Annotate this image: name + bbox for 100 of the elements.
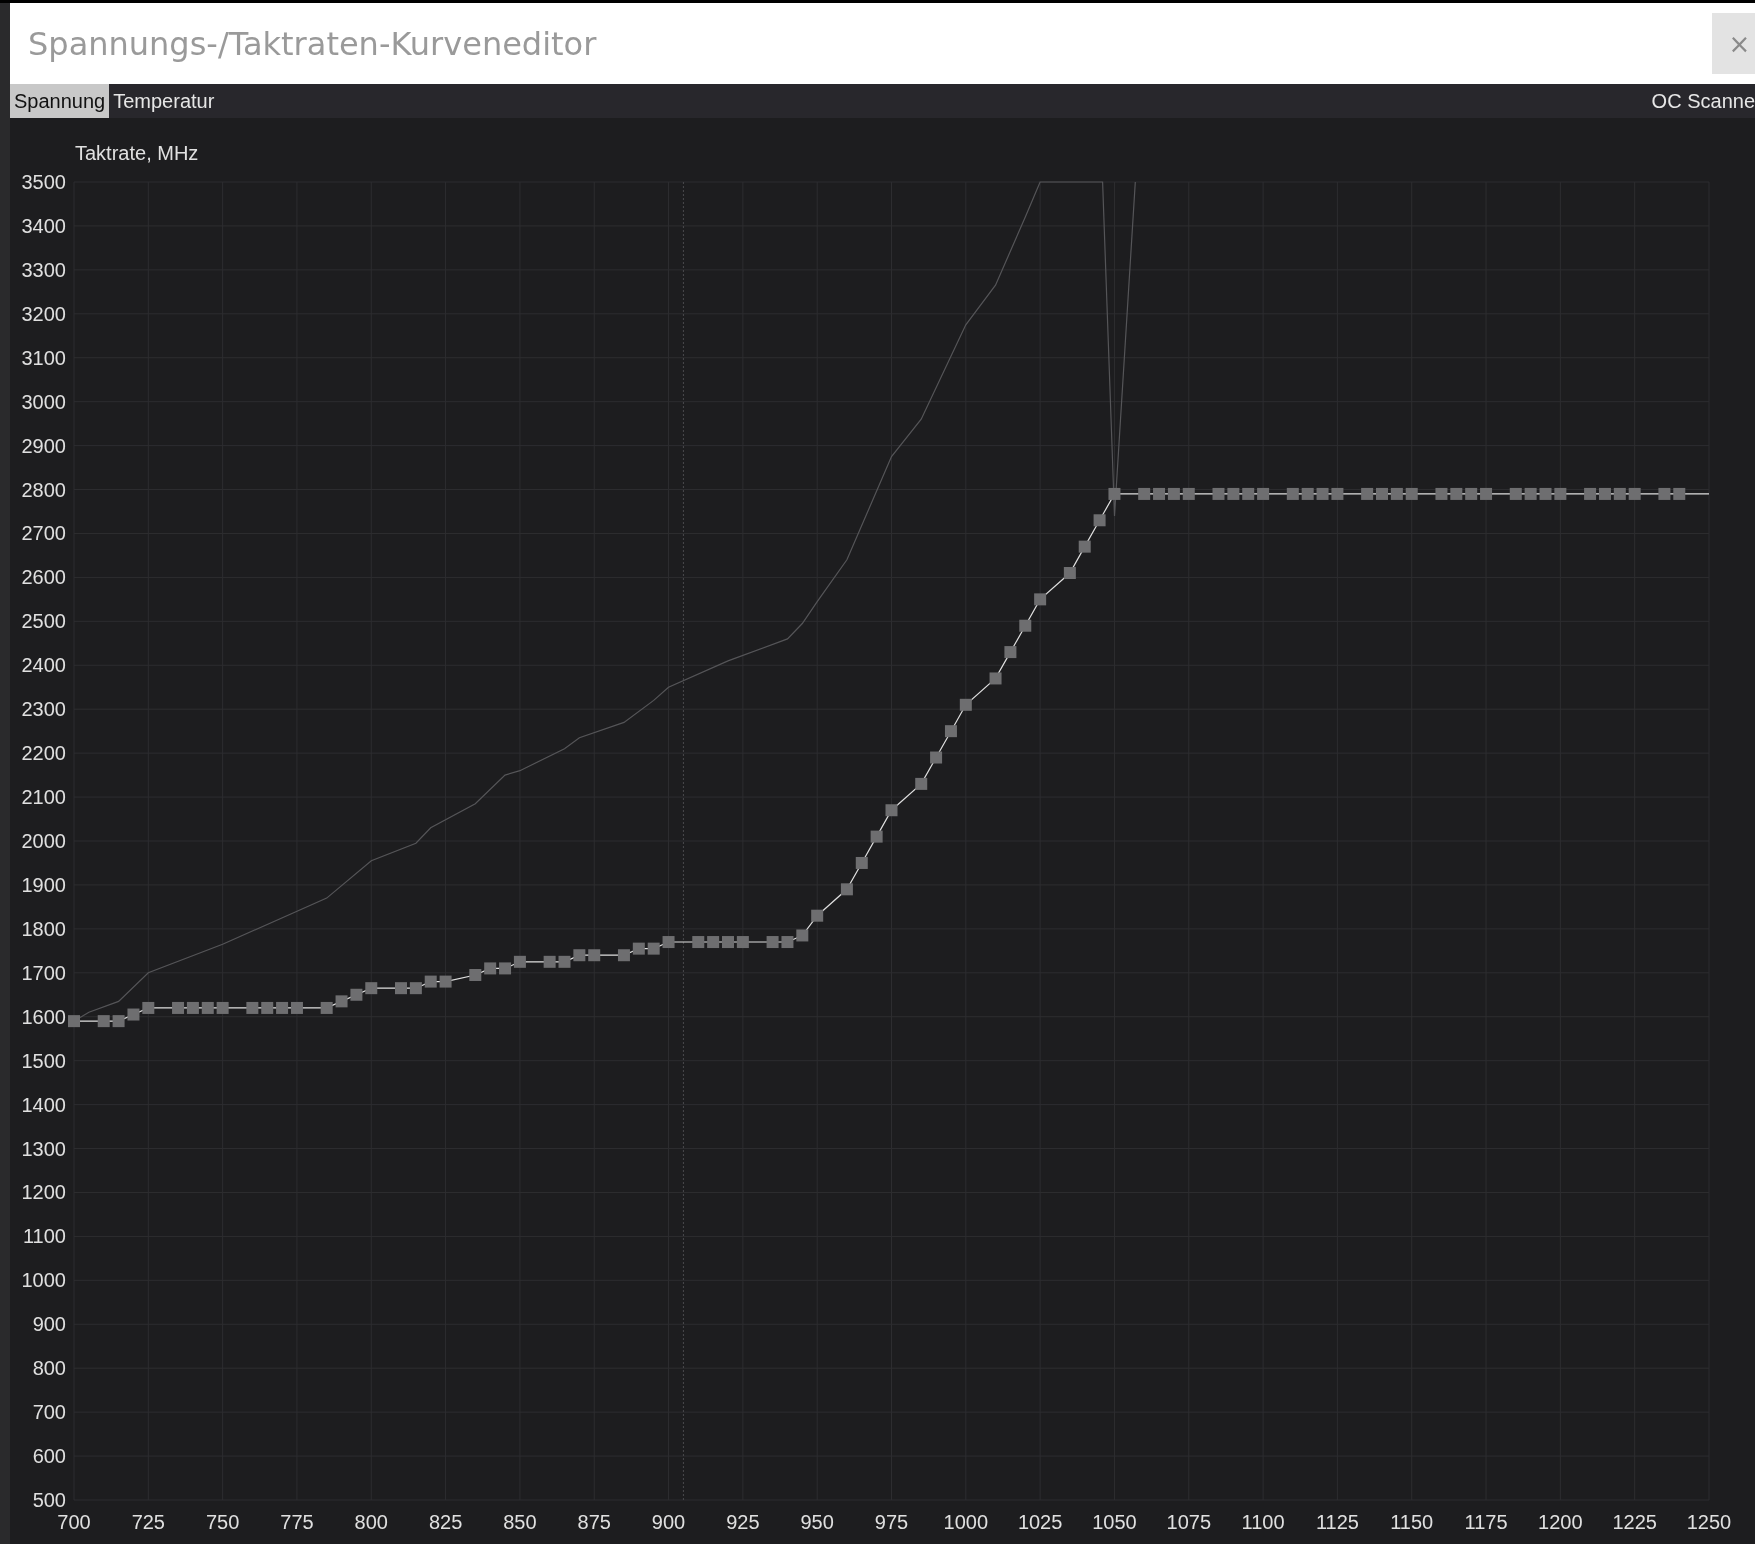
oc-scanner-link[interactable]: OC Scanne — [1645, 84, 1755, 118]
curve-point[interactable] — [736, 936, 749, 949]
curve-point[interactable] — [1167, 487, 1180, 500]
curve-point[interactable] — [662, 936, 675, 949]
curve-point[interactable] — [201, 1001, 214, 1014]
curve-point[interactable] — [1316, 487, 1329, 500]
curve-point[interactable] — [1405, 487, 1418, 500]
curve-point[interactable] — [855, 856, 868, 869]
curve-point[interactable] — [1613, 487, 1626, 500]
tick-label: 2600 — [21, 566, 66, 589]
curve-point[interactable] — [1093, 514, 1106, 527]
curve-point[interactable] — [1242, 487, 1255, 500]
curve-point[interactable] — [543, 955, 556, 968]
curve-point[interactable] — [1331, 487, 1344, 500]
curve-point[interactable] — [1227, 487, 1240, 500]
curve-point[interactable] — [632, 942, 645, 955]
curve-point[interactable] — [1658, 487, 1671, 500]
curve-point[interactable] — [647, 942, 660, 955]
curve-point[interactable] — [959, 698, 972, 711]
tick-label: 1900 — [21, 873, 66, 896]
curve-point[interactable] — [276, 1001, 289, 1014]
curve-point[interactable] — [915, 777, 928, 790]
tab[interactable]: Temperatur — [109, 84, 219, 118]
curve-point[interactable] — [499, 962, 512, 975]
curve-point[interactable] — [811, 909, 824, 922]
curve-point[interactable] — [246, 1001, 259, 1014]
curve-point[interactable] — [1108, 487, 1121, 500]
curve-point[interactable] — [1361, 487, 1374, 500]
tick-label: 1000 — [943, 1511, 989, 1533]
curve-point[interactable] — [320, 1001, 333, 1014]
curve-point[interactable] — [1004, 646, 1017, 659]
tab[interactable]: Spannung — [10, 84, 110, 118]
curve-point[interactable] — [68, 1015, 80, 1028]
curve-point[interactable] — [97, 1015, 110, 1028]
tick-label: 3000 — [21, 390, 66, 413]
curve-point[interactable] — [1435, 487, 1448, 500]
curve-point[interactable] — [989, 672, 1002, 685]
curve-point[interactable] — [722, 936, 734, 949]
curve-point[interactable] — [885, 804, 898, 817]
curve-point[interactable] — [335, 995, 348, 1008]
curve-point[interactable] — [439, 975, 452, 988]
tick-label: 800 — [354, 1511, 388, 1533]
curve-point[interactable] — [840, 883, 853, 896]
curve-point[interactable] — [692, 936, 705, 949]
curve-point[interactable] — [186, 1001, 199, 1014]
curve-point[interactable] — [484, 962, 497, 975]
curve-point[interactable] — [796, 929, 809, 942]
curve-point[interactable] — [1598, 487, 1611, 500]
curve-point[interactable] — [617, 949, 630, 962]
curve-point[interactable] — [1628, 487, 1641, 500]
tick-label: 2500 — [21, 610, 66, 633]
curve-point[interactable] — [1212, 487, 1225, 500]
curve-point[interactable] — [469, 969, 482, 981]
curve-point[interactable] — [1673, 487, 1686, 500]
curve-point[interactable] — [944, 725, 957, 738]
curve-point[interactable] — [1019, 619, 1032, 632]
curve-point[interactable] — [172, 1001, 185, 1014]
curve-point[interactable] — [1063, 567, 1076, 579]
curve-point[interactable] — [1153, 487, 1166, 500]
curve-point[interactable] — [1450, 487, 1463, 500]
curve-point[interactable] — [1509, 487, 1522, 500]
curve-point[interactable] — [1584, 487, 1597, 500]
curve-point[interactable] — [1376, 487, 1388, 500]
curve-point[interactable] — [1138, 487, 1151, 500]
curve-point[interactable] — [1182, 487, 1195, 500]
curve-point[interactable] — [261, 1001, 274, 1014]
curve-point[interactable] — [1390, 487, 1403, 500]
curve-point[interactable] — [1554, 487, 1567, 500]
curve-point[interactable] — [350, 988, 363, 1001]
curve-point[interactable] — [558, 955, 571, 968]
curve-point[interactable] — [766, 936, 779, 949]
curve-point[interactable] — [290, 1001, 303, 1014]
axis-title: Taktrate, MHz — [75, 142, 199, 164]
curve-point[interactable] — [409, 982, 422, 995]
curve-point[interactable] — [127, 1008, 140, 1021]
curve-point[interactable] — [588, 949, 601, 962]
curve-point[interactable] — [1286, 487, 1299, 500]
curve-point[interactable] — [513, 955, 526, 968]
curve-point[interactable] — [1465, 487, 1478, 500]
tick-label: 3200 — [21, 302, 66, 325]
tick-label: 3300 — [21, 258, 66, 281]
curve-point[interactable] — [1539, 487, 1552, 500]
curve-point[interactable] — [1034, 593, 1047, 606]
curve-point[interactable] — [365, 982, 378, 995]
curve-point[interactable] — [1524, 487, 1537, 500]
tick-label: 2700 — [21, 522, 66, 545]
curve-point[interactable] — [930, 751, 943, 764]
curve-point[interactable] — [1078, 540, 1091, 553]
curve-point[interactable] — [707, 936, 720, 949]
curve-point[interactable] — [395, 982, 407, 995]
curve-point[interactable] — [870, 830, 883, 843]
curve-point[interactable] — [781, 936, 794, 949]
curve-point[interactable] — [573, 949, 586, 962]
curve-point[interactable] — [1301, 487, 1314, 500]
curve-point[interactable] — [216, 1001, 229, 1014]
curve-point[interactable] — [1257, 487, 1270, 500]
curve-point[interactable] — [112, 1015, 125, 1028]
curve-point[interactable] — [424, 975, 437, 988]
curve-point[interactable] — [1480, 487, 1493, 500]
curve-point[interactable] — [142, 1001, 155, 1014]
